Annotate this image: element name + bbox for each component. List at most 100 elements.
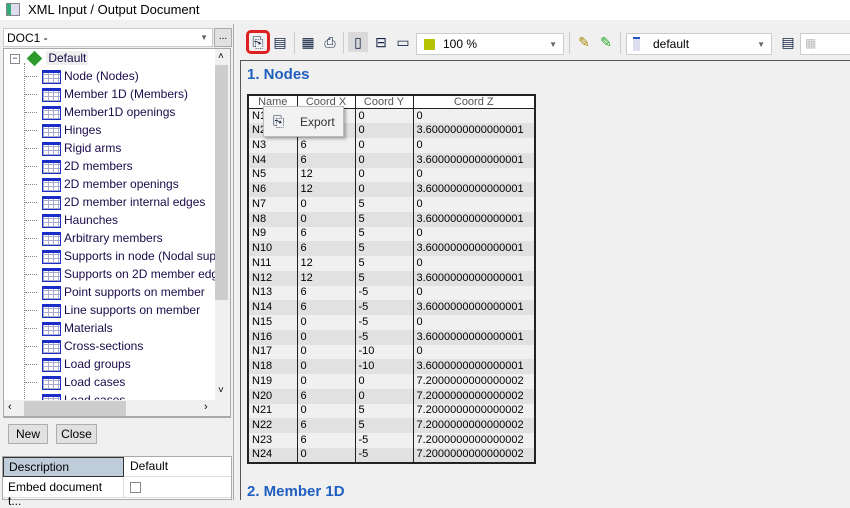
table-cell: 3.6000000000000001 [412,329,535,345]
table-cell: 7.2000000000000002 [412,388,535,404]
print-setup-button[interactable]: ▦ [298,32,318,52]
table-cell: 7.2000000000000002 [412,403,535,419]
scrollbar-thumb[interactable] [215,65,228,300]
tree-item[interactable]: Member 1D (Members) [42,85,188,103]
scroll-down-icon[interactable]: ˅ [218,385,224,396]
table-cell: N24 [247,447,297,463]
book-edit-icon: ✎ [578,34,590,50]
table-cell: 0 [412,197,535,212]
table-cell: 5 [354,403,413,419]
table-cell: 3.6000000000000001 [412,123,535,138]
table-cell: N12 [247,270,297,286]
chevron-down-icon: ▼ [757,40,765,49]
edit-button[interactable]: ✎ [574,32,594,52]
scrollbar-thumb[interactable] [24,401,126,416]
tree-item[interactable]: Materials [42,319,113,337]
print-button[interactable]: ⎙ [320,32,340,52]
page-width-button[interactable]: ⊟ [371,32,391,52]
tree-item[interactable]: Cross-sections [42,337,143,355]
scroll-right-icon[interactable]: › [204,401,208,413]
table-cell: 0 [296,211,355,227]
scroll-up-icon[interactable]: ˄ [218,51,224,62]
table-cell: 6 [296,300,355,315]
embed-checkbox[interactable] [127,478,144,498]
table-cell: 6 [296,418,355,433]
table-row: N9 6 5 0 [247,226,535,242]
tree-item[interactable]: 2D member internal edges [42,193,205,211]
tree-item[interactable]: Hinges [42,121,101,139]
table-cell: 0 [296,344,355,360]
new-button[interactable]: New [8,424,48,444]
tree-item[interactable]: Member1D openings [42,103,175,121]
table-cell: 5 [354,197,413,212]
table-row: N11 12 5 0 [247,256,535,271]
document-settings-button[interactable]: ▤ [778,32,798,52]
document-select[interactable]: DOC1 - ▼ [3,28,213,47]
table-row: N24 0 -5 7.2000000000000002 [247,447,535,463]
tree-line [25,292,37,293]
table-row: N15 0 -5 0 [247,315,535,330]
browse-button[interactable]: ... [214,28,232,47]
property-value[interactable]: Default [127,457,171,475]
table-cell: 3.6000000000000001 [412,359,535,374]
table-cell: N4 [247,152,297,168]
copy-icon: ⎘ [252,34,264,50]
table-cell: 0 [354,108,413,124]
table-cell: 5 [354,226,413,242]
tree-line [25,202,37,203]
table-cell: N5 [247,167,297,183]
table-cell: 0 [412,256,535,271]
table-cell: 0 [296,315,355,330]
divider [294,32,295,54]
tree-item[interactable]: 2D members [42,157,133,175]
table-cell: N11 [247,256,297,271]
book-green-icon: ✎ [600,34,612,50]
tree-item[interactable]: Rigid arms [42,139,121,157]
table-row: N13 6 -5 0 [247,285,535,301]
tree-item[interactable]: Load cases [42,373,125,391]
property-row-embed[interactable]: Embed document t... [3,478,231,508]
tree-item[interactable]: 2D member openings [42,175,179,193]
table-cell: -10 [354,359,413,374]
export-button[interactable]: ⎘ [246,30,270,54]
table-cell: 7.2000000000000002 [412,418,535,433]
close-button[interactable]: Close [56,424,97,444]
table-cell: 12 [296,256,355,271]
table-cell: 6 [296,138,355,153]
page-icon: ▯ [354,34,362,50]
table-select[interactable]: ▦ [800,33,850,55]
print-setup-icon: ▦ [301,34,315,50]
tree-item-label: Haunches [64,213,119,227]
tree-horizontal-scrollbar[interactable]: ‹ › [3,400,231,417]
full-page-button[interactable]: ▭ [393,32,413,52]
collapse-icon[interactable]: − [10,53,20,64]
table-row: N21 0 5 7.2000000000000002 [247,403,535,419]
table-cell: -5 [354,329,413,345]
table-cell: 0 [296,403,355,419]
tree-item[interactable]: Haunches [42,211,118,229]
menu-item-export[interactable]: ⎘ Export [264,107,343,136]
style-select[interactable]: default ▼ [626,33,772,55]
tree-root-default[interactable]: − Default [10,49,89,67]
full-page-icon: ▭ [396,34,410,50]
preview-button[interactable]: ▤ [270,32,290,52]
page-view-button[interactable]: ▯ [348,32,368,52]
zoom-select[interactable]: 100 % ▼ [416,33,564,55]
table-icon [42,303,61,318]
tree-line [25,256,37,257]
tree-item-label: 2D member openings [64,177,179,191]
tree-item[interactable]: Arbitrary members [42,229,163,247]
tree-item[interactable]: Load groups [42,355,131,373]
copy-icon: ⎘ [273,113,285,129]
property-row-description[interactable]: Description Default [3,457,231,477]
edit-green-button[interactable]: ✎ [596,32,616,52]
tree-item[interactable]: Node (Nodes) [42,67,139,85]
table-cell: N17 [247,344,297,360]
tree-item[interactable]: Line supports on member [42,301,200,319]
tree-item[interactable]: Supports in node (Nodal support) [42,247,230,265]
scroll-left-icon[interactable]: ‹ [8,401,12,413]
table-cell: N14 [247,300,297,315]
left-panel: DOC1 - ▼ ... − Default Node (Nodes) Member… [0,24,234,508]
tree-item[interactable]: Supports on 2D member edge [42,265,225,283]
tree-item[interactable]: Point supports on member [42,283,205,301]
